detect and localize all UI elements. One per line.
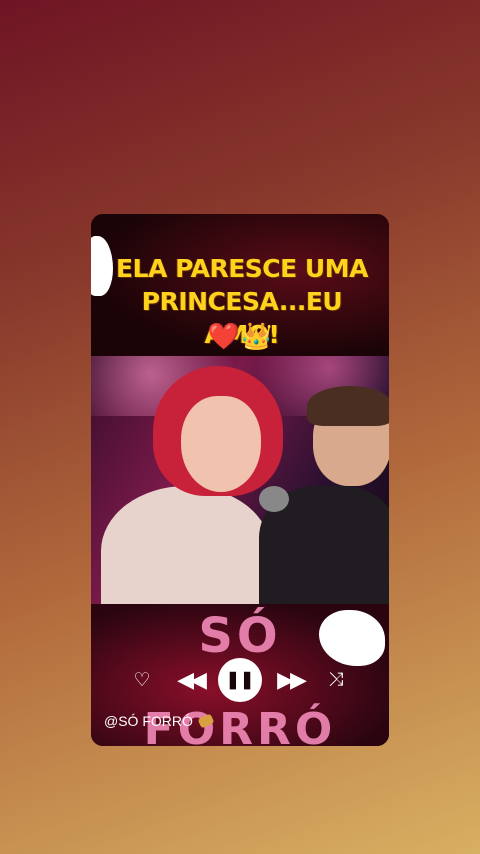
fast-forward-icon[interactable]: ▶▶ bbox=[275, 660, 307, 700]
singer-female-body bbox=[101, 486, 271, 604]
heart-emoji-icon: ❤️ bbox=[207, 322, 240, 352]
shuffle-icon[interactable]: ⤨ bbox=[323, 660, 349, 700]
pause-button[interactable]: ❚❚ bbox=[218, 658, 262, 702]
rewind-icon[interactable]: ◀◀ bbox=[175, 660, 207, 700]
microphone bbox=[259, 486, 289, 512]
story-card: ELA PARESCE UMA PRINCESA...EU AMO! ❤️👑 S… bbox=[91, 214, 389, 746]
singer-male-hair bbox=[307, 386, 389, 426]
heart-outline-icon[interactable]: ♡ bbox=[129, 660, 155, 700]
emoji-row: ❤️👑 bbox=[91, 322, 389, 352]
account-handle[interactable]: @SÓ FORRÓ bbox=[104, 712, 215, 730]
guitar-icon bbox=[197, 713, 215, 729]
pause-icon: ❚❚ bbox=[225, 670, 255, 689]
caption-banner: ELA PARESCE UMA PRINCESA...EU AMO! ❤️👑 bbox=[91, 214, 389, 356]
caption-line-1: ELA PARESCE UMA bbox=[116, 254, 368, 283]
crown-emoji-icon: 👑 bbox=[240, 322, 273, 352]
handle-text: @SÓ FORRÓ bbox=[104, 713, 193, 729]
singer-female-face bbox=[181, 396, 261, 492]
player-controls: ♡ ◀◀ ❚❚ ▶▶ ⤨ bbox=[91, 658, 389, 702]
video-frame[interactable] bbox=[91, 356, 389, 604]
brand-word-1: SÓ bbox=[198, 608, 282, 664]
